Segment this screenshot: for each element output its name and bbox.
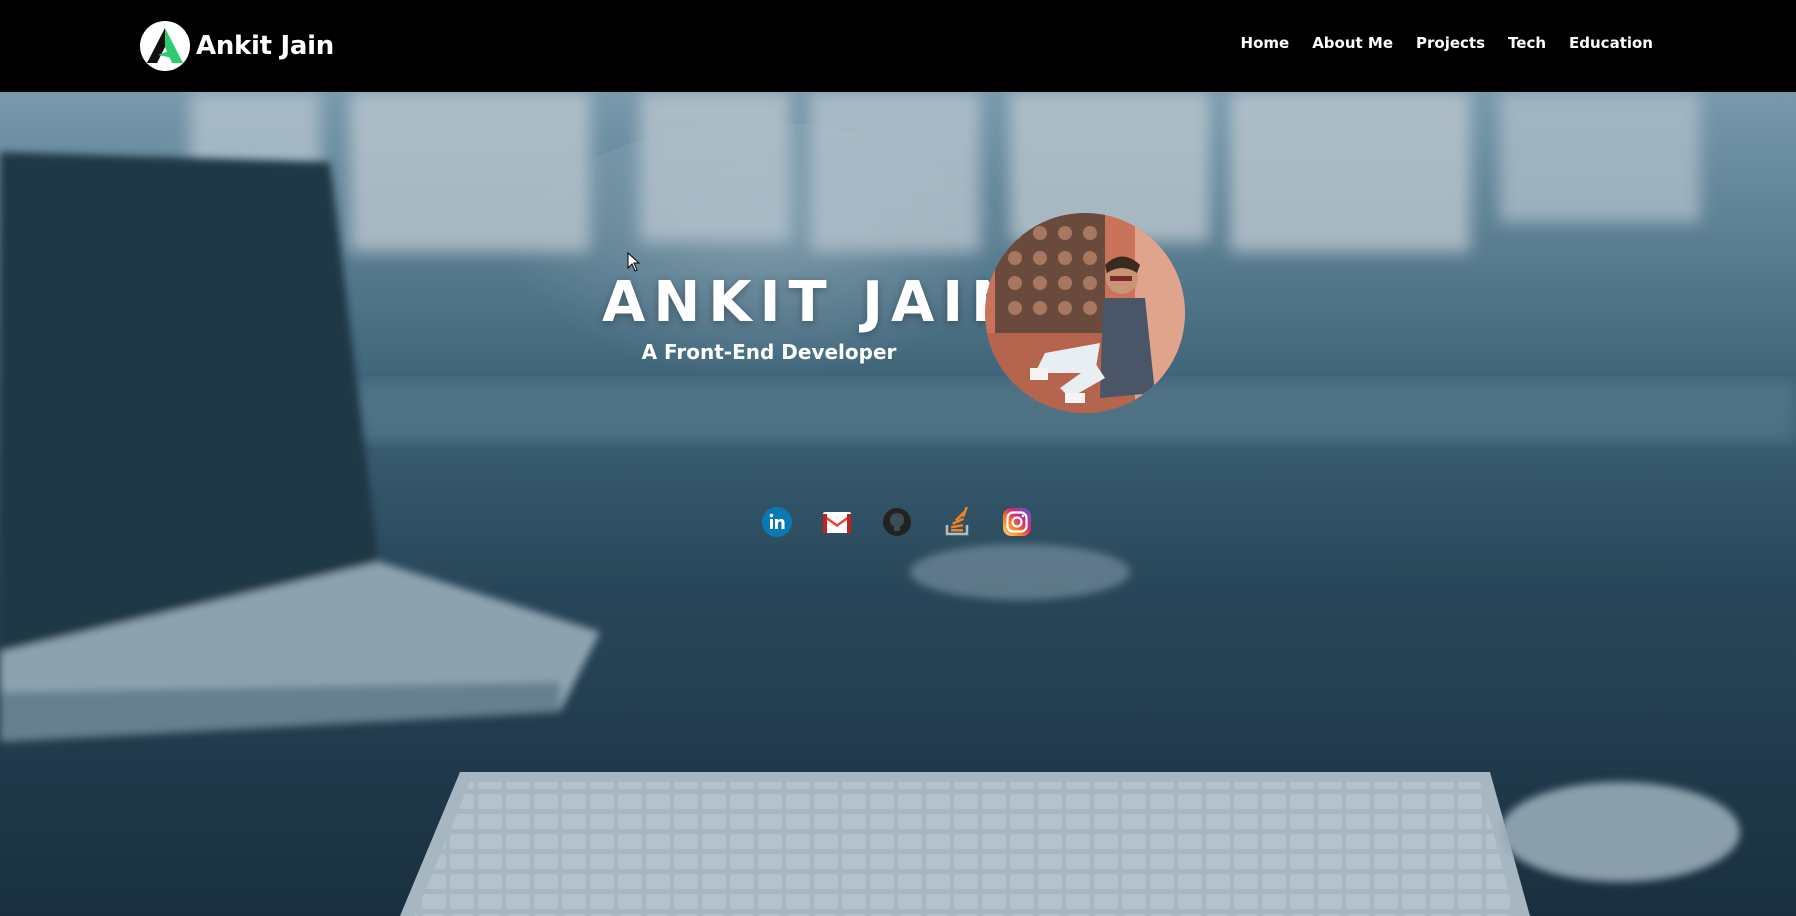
brand-logo-icon — [140, 21, 190, 71]
brand-name: Ankit Jain — [196, 31, 334, 61]
hero-subtitle: A Front-End Developer — [641, 340, 897, 364]
nav-home[interactable]: Home — [1241, 34, 1290, 52]
gmail-icon[interactable] — [822, 507, 852, 537]
nav-education[interactable]: Education — [1569, 34, 1653, 52]
stackoverflow-icon[interactable] — [942, 505, 972, 537]
nav-tech[interactable]: Tech — [1508, 34, 1546, 52]
profile-photo — [985, 213, 1185, 413]
mouse-cursor-icon — [627, 252, 641, 272]
github-icon[interactable] — [882, 507, 912, 537]
instagram-icon[interactable] — [1002, 507, 1032, 537]
main-nav: Home About Me Projects Tech Education — [1241, 34, 1653, 52]
nav-about-me[interactable]: About Me — [1312, 34, 1393, 52]
hero-title: ANKIT JAIN — [602, 270, 1027, 335]
hero-background-image — [0, 92, 1796, 916]
navbar: Ankit Jain Home About Me Projects Tech E… — [0, 0, 1796, 92]
social-links — [762, 505, 1032, 537]
nav-projects[interactable]: Projects — [1416, 34, 1485, 52]
brand-link[interactable]: Ankit Jain — [140, 21, 334, 71]
linkedin-icon[interactable] — [762, 507, 792, 537]
hero-section: ANKIT JAIN A Front-End Developer — [0, 92, 1796, 916]
